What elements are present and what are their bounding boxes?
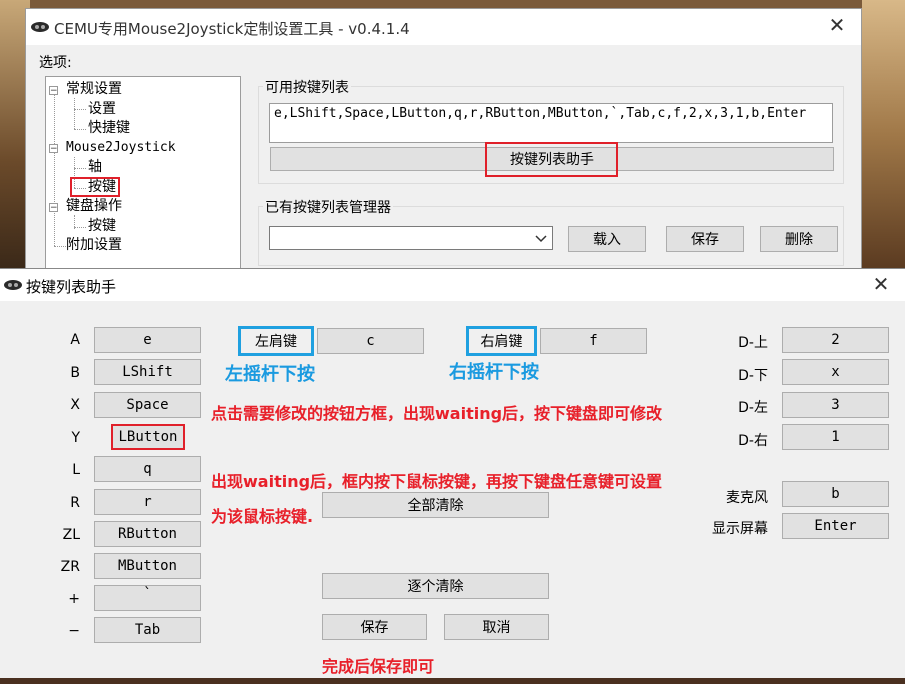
key-label-r: R [70, 495, 80, 511]
delete-button[interactable]: 删除 [760, 226, 838, 252]
clear-all-label: 全部清除 [407, 498, 464, 514]
key-box-dpad-left[interactable]: 3 [782, 392, 889, 418]
key-box-right-stick[interactable]: f [540, 328, 647, 354]
screen-label: 显示屏幕 [712, 521, 768, 537]
tree-line [74, 168, 86, 169]
key-box-a[interactable]: e [94, 327, 201, 353]
settings-window: CEMU专用Mouse2Joystick定制设置工具 - v0.4.1.4 ✕ … [25, 8, 862, 271]
key-box-l[interactable]: q [94, 456, 201, 482]
mic-label: 麦克风 [726, 490, 768, 506]
dpad-left-label: D-左 [738, 400, 768, 416]
close-icon[interactable]: ✕ [822, 13, 852, 37]
key-box-mic[interactable]: b [782, 481, 889, 507]
save-list-label: 保存 [691, 232, 719, 248]
tree-line [54, 246, 66, 247]
dpad-right-label: D-右 [738, 433, 768, 449]
close-icon[interactable]: ✕ [866, 272, 896, 296]
settings-titlebar: CEMU专用Mouse2Joystick定制设置工具 - v0.4.1.4 ✕ [26, 9, 861, 45]
key-box-dpad-down[interactable]: x [782, 359, 889, 385]
tree-item-keyboard[interactable]: 键盘操作 [66, 197, 122, 216]
available-list-legend: 可用按键列表 [263, 77, 351, 97]
options-tree[interactable]: − 常规设置 设置 快捷键 − Mouse2Joystick 轴 按键 − 键盘… [45, 76, 241, 271]
tree-line [74, 227, 86, 228]
collapse-icon[interactable]: − [49, 203, 58, 213]
load-button[interactable]: 载入 [568, 226, 646, 252]
tree-item-settings[interactable]: 设置 [88, 100, 116, 119]
tree-item-keyboard-keys[interactable]: 按键 [88, 217, 116, 236]
save-label: 保存 [360, 620, 389, 636]
clear-each-label: 逐个清除 [407, 579, 464, 595]
background-bottom [0, 678, 905, 684]
key-label-a: A [70, 332, 80, 348]
background-right [862, 0, 905, 270]
annotation-mouse-tip-1: 出现waiting后，框内按下鼠标按键，再按下键盘任意键可设置 [211, 472, 663, 491]
key-list-combo[interactable] [269, 226, 553, 250]
key-box-y[interactable]: LButton [111, 424, 185, 450]
collapse-icon[interactable]: − [49, 86, 58, 96]
delete-label: 删除 [785, 232, 813, 248]
tree-item-extra[interactable]: 附加设置 [66, 236, 122, 255]
load-label: 载入 [593, 232, 621, 248]
tree-line [74, 98, 75, 129]
key-box-dpad-right[interactable]: 1 [782, 424, 889, 450]
tree-item-mouse2joystick[interactable]: Mouse2Joystick [66, 138, 176, 157]
key-box-left-stick[interactable]: c [317, 328, 424, 354]
tree-line [74, 129, 86, 130]
key-box-zr[interactable]: MButton [94, 553, 201, 579]
tree-item-general[interactable]: 常规设置 [66, 80, 122, 99]
key-label-x: X [70, 397, 80, 413]
options-label: 选项: [39, 55, 72, 71]
available-keys-textarea[interactable]: e,LShift,Space,LButton,q,r,RButton,MButt… [269, 103, 833, 143]
key-label-zl: ZL [62, 527, 80, 543]
dpad-down-label: D-下 [738, 368, 768, 384]
manager-legend: 已有按键列表管理器 [263, 197, 393, 217]
key-label-b: B [70, 365, 80, 381]
clear-all-button[interactable]: 全部清除 [322, 492, 549, 518]
dpad-up-label: D-上 [738, 335, 768, 351]
key-helper-window: 按键列表助手 ✕ A e B LShift X Space Y LButton … [0, 268, 905, 678]
key-label-minus: − [68, 623, 80, 639]
key-label-zr: ZR [60, 559, 80, 575]
tree-line [54, 91, 55, 246]
tree-item-hotkeys[interactable]: 快捷键 [88, 119, 130, 138]
cancel-button[interactable]: 取消 [444, 614, 549, 640]
settings-window-title: CEMU专用Mouse2Joystick定制设置工具 - v0.4.1.4 [54, 20, 410, 38]
clear-each-button[interactable]: 逐个清除 [322, 573, 549, 599]
helper-highlight [485, 142, 618, 177]
key-label-l: L [72, 462, 80, 478]
app-icon [4, 280, 22, 290]
key-box-minus[interactable]: Tab [94, 617, 201, 643]
cancel-label: 取消 [482, 620, 511, 636]
annotation-right-stick: 右摇杆下按 [449, 362, 539, 383]
save-button[interactable]: 保存 [322, 614, 427, 640]
key-box-plus[interactable]: ` [94, 585, 201, 611]
annotation-left-stick: 左摇杆下按 [225, 364, 315, 385]
annotation-mouse-tip-2: 为该鼠标按键. [211, 507, 314, 526]
key-box-x[interactable]: Space [94, 392, 201, 418]
app-icon [31, 22, 49, 32]
left-stick-label: 左肩键 [238, 326, 314, 356]
annotation-save-tip: 完成后保存即可 [322, 657, 435, 676]
key-box-r[interactable]: r [94, 489, 201, 515]
tree-line [74, 109, 86, 110]
save-list-button[interactable]: 保存 [666, 226, 744, 252]
key-box-zl[interactable]: RButton [94, 521, 201, 547]
key-label-plus: + [68, 591, 80, 607]
key-box-dpad-up[interactable]: 2 [782, 327, 889, 353]
chevron-down-icon [535, 235, 547, 243]
right-stick-label: 右肩键 [466, 326, 537, 356]
helper-window-title: 按键列表助手 [26, 278, 117, 296]
annotation-click-tip: 点击需要修改的按钮方框，出现waiting后，按下键盘即可修改 [211, 404, 663, 423]
key-box-screen[interactable]: Enter [782, 513, 889, 539]
collapse-icon[interactable]: − [49, 144, 58, 154]
key-label-y: Y [71, 430, 80, 446]
tree-item-keys-selected[interactable]: 按键 [70, 177, 120, 197]
key-box-b[interactable]: LShift [94, 359, 201, 385]
tree-item-axis[interactable]: 轴 [88, 158, 102, 177]
helper-titlebar: 按键列表助手 ✕ [0, 269, 905, 301]
